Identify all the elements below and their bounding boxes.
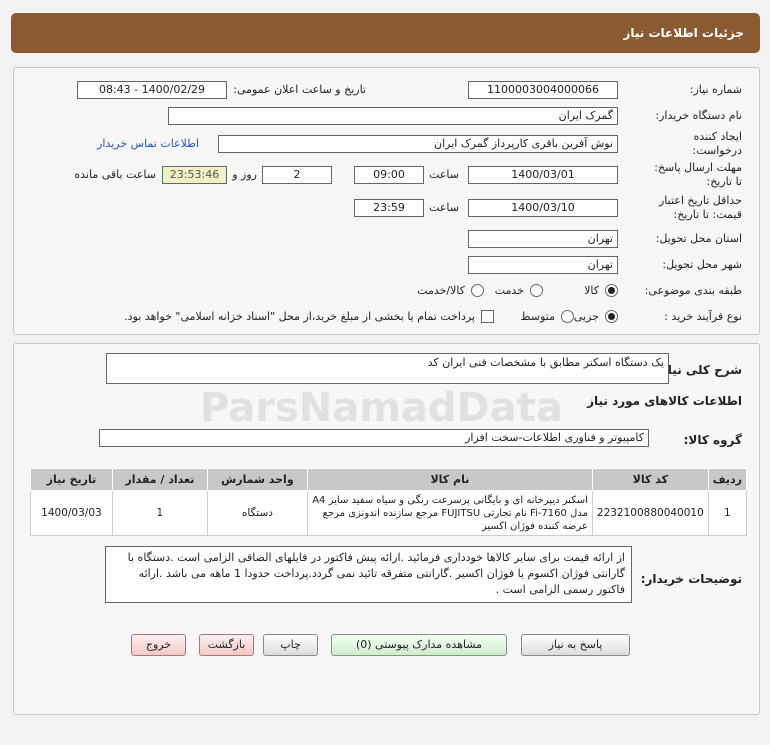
city-field: تهران bbox=[468, 256, 618, 274]
need-details-panel: شرح کلی نیاز: یک دستگاه اسکنر مطابق با م… bbox=[13, 343, 760, 715]
category-option-service: خدمت bbox=[494, 284, 524, 297]
category-option-both: کالا/خدمت bbox=[417, 284, 465, 297]
category-radio-goods[interactable] bbox=[605, 284, 618, 297]
deadline-time-field: 09:00 bbox=[354, 166, 424, 184]
col-name: نام کالا bbox=[306, 468, 593, 491]
remaining-timer: 23:53:46 bbox=[162, 166, 227, 184]
process-radio-medium[interactable] bbox=[561, 310, 574, 323]
deadline-label: مهلت ارسال پاسخ: تا تاریخ: bbox=[654, 161, 742, 188]
cell-code: 2232100880040010 bbox=[591, 490, 709, 536]
validity-label: حداقل تاریخ اعتبار قیمت: تا تاریخ: bbox=[658, 194, 742, 221]
reply-button[interactable]: پاسخ به نیاز bbox=[521, 634, 630, 656]
announce-field: 1400/02/29 - 08:43 bbox=[77, 81, 227, 99]
buyer-notes-field: از ارائه قیمت برای سایر کالاها خودداری ف… bbox=[105, 546, 632, 603]
goods-table: ردیف کد کالا نام کالا واحد شمارش تعداد /… bbox=[30, 468, 748, 536]
cell-qty: 1 bbox=[111, 490, 208, 536]
col-date: تاریخ نیاز bbox=[30, 468, 113, 491]
page-header: جزئیات اطلاعات نیاز bbox=[11, 13, 760, 53]
buyer-org-field: گمرک ایران bbox=[168, 107, 618, 125]
cell-unit: دستگاه bbox=[206, 490, 308, 536]
validity-date-field: 1400/03/10 bbox=[468, 199, 618, 217]
creator-label: ایجاد کننده درخواست: bbox=[692, 130, 742, 157]
deadline-date-field: 1400/03/01 bbox=[468, 166, 618, 184]
cell-date: 1400/03/03 bbox=[30, 490, 113, 536]
announce-label: تاریخ و ساعت اعلان عمومی: bbox=[233, 83, 366, 96]
treasury-payment-note: پرداخت تمام یا بخشی از مبلغ خرید،از محل … bbox=[124, 310, 475, 323]
exit-button[interactable]: خروج bbox=[131, 634, 186, 656]
process-radio-minor[interactable] bbox=[605, 310, 618, 323]
goods-info-title: اطلاعات کالاهای مورد نیاز bbox=[587, 394, 742, 408]
category-option-goods: کالا bbox=[584, 284, 599, 297]
process-option-minor: جزیی bbox=[573, 310, 599, 323]
buyer-notes-label: توضیحات خریدار: bbox=[640, 572, 742, 586]
remaining-label: ساعت باقی مانده bbox=[74, 168, 156, 181]
province-label: استان محل تحویل: bbox=[655, 232, 742, 245]
col-row: ردیف bbox=[707, 468, 748, 491]
process-label: نوع فرآیند خرید : bbox=[664, 310, 742, 323]
days-field: 2 bbox=[262, 166, 332, 184]
validity-time-label: ساعت bbox=[429, 201, 459, 214]
buyer-org-label: نام دستگاه خریدار: bbox=[655, 109, 742, 122]
province-field: تهران bbox=[468, 230, 618, 248]
goods-table-header: ردیف کد کالا نام کالا واحد شمارش تعداد /… bbox=[30, 468, 748, 491]
deadline-time-label: ساعت bbox=[429, 168, 459, 181]
creator-field: نوش آفرین باقری کارپرداز گمرک ایران bbox=[218, 135, 618, 153]
process-option-medium: متوسط bbox=[520, 310, 555, 323]
need-number-label: شماره نیاز: bbox=[689, 83, 742, 96]
goods-group-label: گروه کالا: bbox=[683, 433, 742, 447]
buyer-contact-link[interactable]: اطلاعات تماس خریدار bbox=[97, 137, 199, 150]
cell-name: اسکنر دیپرخانه ای و بایگانی پرسرعت رنگی … bbox=[306, 490, 593, 536]
page-title: جزئیات اطلاعات نیاز bbox=[623, 26, 744, 40]
col-code: کد کالا bbox=[591, 468, 709, 491]
col-unit: واحد شمارش bbox=[206, 468, 308, 491]
validity-time-field: 23:59 bbox=[354, 199, 424, 217]
days-label: روز و bbox=[232, 168, 257, 181]
treasury-payment-checkbox[interactable] bbox=[481, 310, 494, 323]
back-button[interactable]: بازگشت bbox=[199, 634, 254, 656]
need-number-field: 1100003004000066 bbox=[468, 81, 618, 99]
category-radio-both[interactable] bbox=[471, 284, 484, 297]
cell-row: 1 bbox=[707, 490, 748, 536]
col-qty: تعداد / مقدار bbox=[111, 468, 208, 491]
goods-group-field: کامپیوتر و فناوری اطلاعات-سخت افزار bbox=[99, 429, 649, 447]
print-button[interactable]: چاپ bbox=[263, 634, 318, 656]
need-info-panel: شماره نیاز: 1100003004000066 تاریخ و ساع… bbox=[13, 67, 760, 335]
category-label: طبقه بندی موضوعی: bbox=[644, 284, 742, 297]
description-field: یک دستگاه اسکنر مطابق با مشخصات فنی ایرا… bbox=[106, 353, 669, 384]
city-label: شهر محل تحویل: bbox=[662, 258, 742, 271]
table-row: 1 2232100880040010 اسکنر دیپرخانه ای و ب… bbox=[30, 490, 748, 536]
view-attachments-button[interactable]: مشاهده مدارک پیوستی (0) bbox=[331, 634, 507, 656]
category-radio-service[interactable] bbox=[530, 284, 543, 297]
